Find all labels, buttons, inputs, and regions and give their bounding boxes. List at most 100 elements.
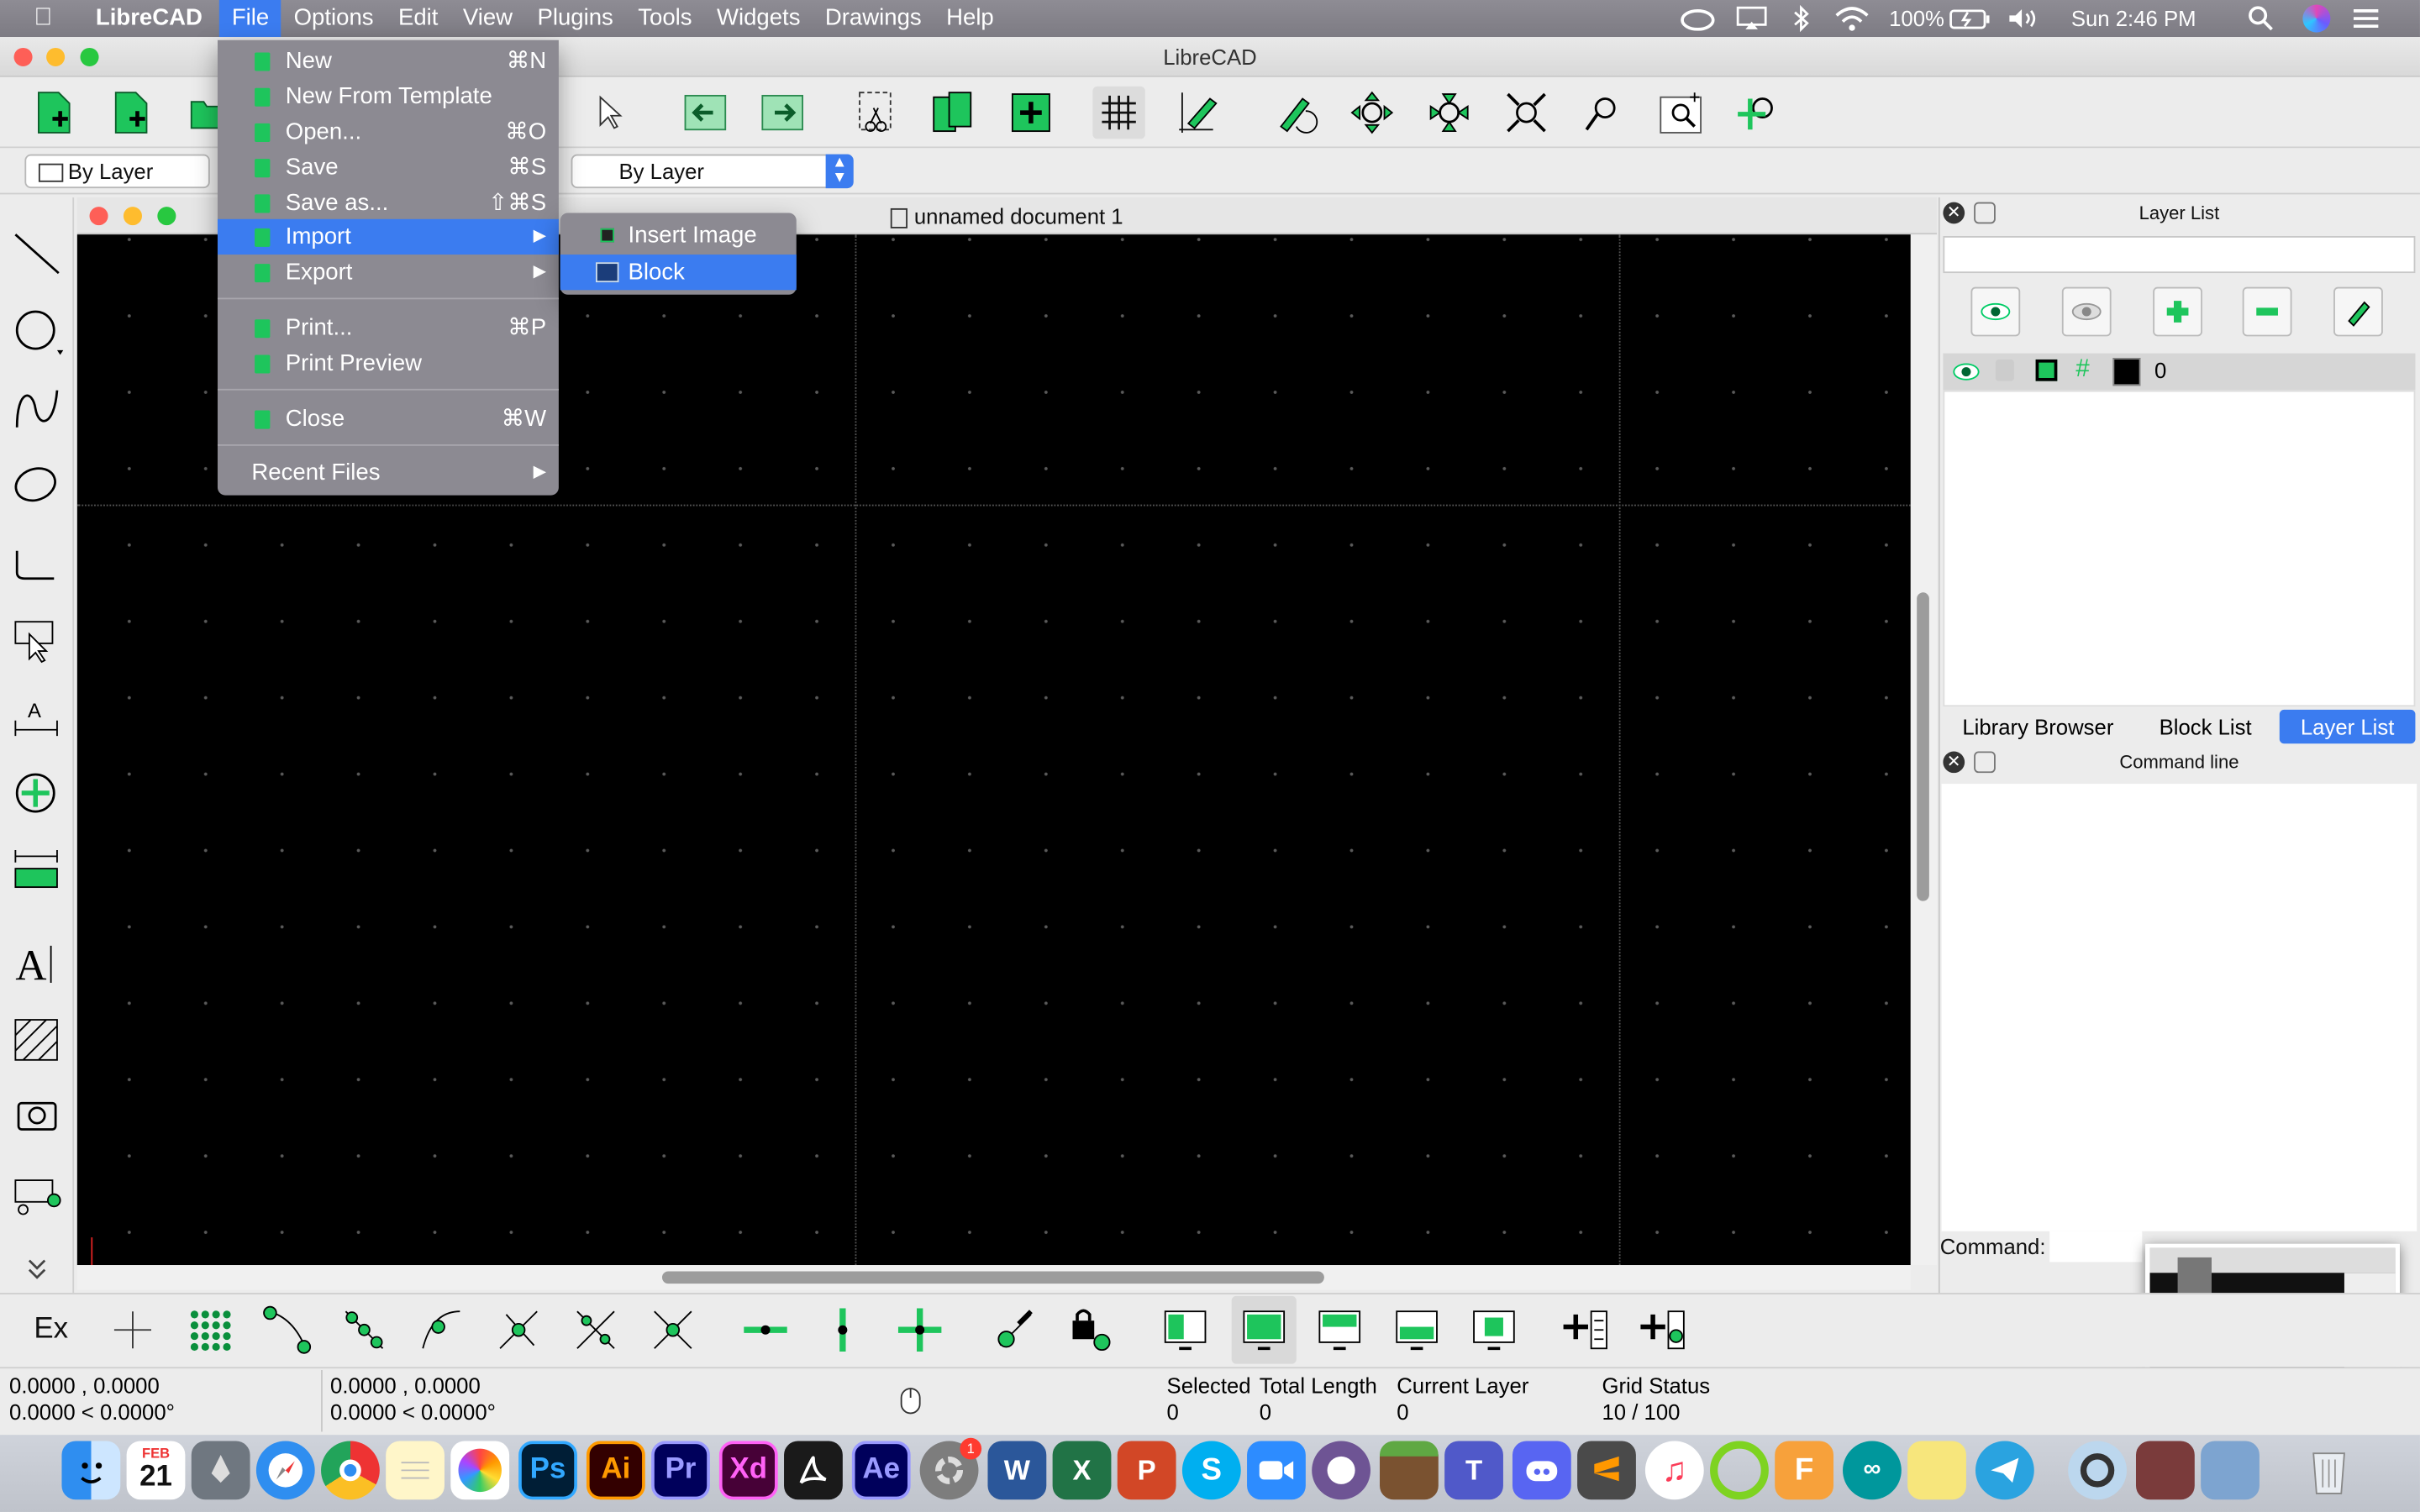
text-tool-icon[interactable]: A xyxy=(9,935,65,990)
menu-item-insert-image[interactable]: Insert Image xyxy=(560,218,797,253)
redo-icon[interactable] xyxy=(756,87,808,139)
cut-icon[interactable] xyxy=(849,87,901,139)
more-tools-icon[interactable] xyxy=(9,1247,65,1289)
menu-help[interactable]: Help xyxy=(934,0,1006,37)
line-tool-icon[interactable] xyxy=(9,225,65,281)
add-layer-block-icon[interactable] xyxy=(1639,1305,1689,1362)
stickies-icon[interactable] xyxy=(1907,1441,1966,1500)
illustrator-icon[interactable]: Ai xyxy=(586,1441,645,1500)
menu-item-import[interactable]: Import ▶ xyxy=(217,218,559,255)
zoom-auto-icon[interactable] xyxy=(1500,87,1552,139)
layer-lock-icon[interactable] xyxy=(1995,359,2014,381)
layer-visible-icon[interactable] xyxy=(1952,361,1980,391)
premiere-icon[interactable]: Pr xyxy=(651,1441,710,1500)
restrict-vertical-icon[interactable] xyxy=(818,1305,867,1362)
select-pointer-icon[interactable] xyxy=(583,87,635,139)
volume-icon[interactable] xyxy=(2007,0,2040,37)
menu-drawings[interactable]: Drawings xyxy=(813,0,934,37)
zoom-window-tool-icon[interactable] xyxy=(1655,87,1707,139)
safari-icon[interactable] xyxy=(255,1441,315,1500)
zoom-previous-icon[interactable] xyxy=(1577,87,1629,139)
lock-relative-zero-icon[interactable] xyxy=(1068,1305,1118,1362)
dimension-tool-icon[interactable]: A xyxy=(9,688,65,743)
spotlight-icon[interactable] xyxy=(2247,0,2275,37)
close-document-icon[interactable] xyxy=(89,207,108,226)
horizontal-scrollbar[interactable] xyxy=(76,1265,1911,1290)
menu-item-close[interactable]: Close ⌘W xyxy=(218,402,559,437)
zoom-app-icon[interactable] xyxy=(1247,1441,1306,1500)
tab-library-browser[interactable]: Library Browser xyxy=(1943,710,2133,743)
zoom-pan-icon[interactable] xyxy=(1732,87,1784,139)
powerpoint-icon[interactable]: P xyxy=(1117,1441,1176,1500)
photo-booth-icon[interactable] xyxy=(2135,1441,2195,1500)
trash-icon[interactable] xyxy=(2300,1441,2359,1499)
bluetooth-icon[interactable] xyxy=(1791,0,1812,37)
layer-print-icon[interactable] xyxy=(2035,359,2058,381)
github-desktop-icon[interactable] xyxy=(1312,1441,1370,1500)
vertical-scrollbar[interactable] xyxy=(1910,234,1938,1266)
view-mode-5-icon[interactable] xyxy=(1470,1305,1519,1362)
finder-icon[interactable] xyxy=(61,1441,121,1500)
hide-all-layers-icon[interactable] xyxy=(2061,286,2112,337)
edit-layer-icon[interactable] xyxy=(2333,286,2383,337)
snap-grid-icon[interactable] xyxy=(185,1305,234,1362)
minimize-window-icon[interactable] xyxy=(46,47,66,66)
fusion-360-icon[interactable]: F xyxy=(1775,1441,1833,1500)
app-menu[interactable]: LibreCAD xyxy=(68,0,219,37)
snap-intersection-icon[interactable] xyxy=(648,1305,697,1362)
snap-middle-icon[interactable] xyxy=(494,1305,544,1362)
music-icon[interactable]: ♫ xyxy=(1644,1441,1704,1500)
scroll-thumb[interactable] xyxy=(661,1271,1324,1284)
menu-item-print-preview[interactable]: Print Preview xyxy=(218,345,559,381)
tab-layer-list[interactable]: Layer List xyxy=(2279,709,2416,744)
preview-icon[interactable] xyxy=(2201,1441,2260,1500)
menu-item-print[interactable]: Print... ⌘P xyxy=(218,310,559,345)
layer-row[interactable]: # 0 xyxy=(1943,353,2416,391)
discord-icon[interactable] xyxy=(1512,1441,1571,1500)
launchpad-icon[interactable] xyxy=(191,1441,250,1500)
ellipse-tool-icon[interactable] xyxy=(9,457,65,512)
grid-toggle-icon[interactable] xyxy=(1092,86,1145,139)
menu-item-export[interactable]: Export ▶ xyxy=(218,255,559,290)
add-block-icon[interactable] xyxy=(1562,1305,1612,1362)
tab-block-list[interactable]: Block List xyxy=(2133,710,2278,743)
photoshop-icon[interactable]: Ps xyxy=(518,1441,577,1500)
snap-free-icon[interactable] xyxy=(108,1305,158,1362)
menu-plugins[interactable]: Plugins xyxy=(525,0,626,37)
show-all-layers-icon[interactable] xyxy=(1970,286,2021,337)
menu-item-block[interactable]: Block xyxy=(560,255,797,291)
menu-item-save-as[interactable]: Save as... ⇧⌘S xyxy=(218,185,559,220)
image-tool-icon[interactable] xyxy=(9,1086,65,1142)
select-tool-icon[interactable] xyxy=(9,611,65,666)
paste-icon[interactable] xyxy=(1005,87,1057,139)
notes-icon[interactable] xyxy=(386,1441,445,1500)
menu-widgets[interactable]: Widgets xyxy=(704,0,813,37)
teams-icon[interactable]: T xyxy=(1444,1441,1503,1500)
add-layer-icon[interactable] xyxy=(2153,286,2202,337)
layer-width-combo[interactable]: By Layer ▲ ▼ xyxy=(571,154,854,189)
zoom-document-icon[interactable] xyxy=(157,207,176,226)
menu-edit[interactable]: Edit xyxy=(386,0,450,37)
redraw-icon[interactable] xyxy=(1269,87,1321,139)
snap-distance-icon[interactable] xyxy=(571,1305,621,1362)
zoom-in-icon[interactable] xyxy=(1346,87,1398,139)
wifi-icon[interactable] xyxy=(1833,0,1870,37)
battery-icon[interactable] xyxy=(1949,0,1992,37)
menu-item-new[interactable]: New ⌘N xyxy=(218,43,559,78)
layer-color-swatch[interactable] xyxy=(2112,358,2141,386)
pen-color-combo[interactable]: By Layer xyxy=(24,154,210,189)
apple-icon[interactable]:  xyxy=(0,0,68,37)
zoom-out-icon[interactable] xyxy=(1423,87,1475,139)
word-icon[interactable]: W xyxy=(987,1441,1047,1500)
menu-view[interactable]: View xyxy=(450,0,525,37)
layer-construction-icon[interactable]: # xyxy=(2075,356,2089,384)
minimize-document-icon[interactable] xyxy=(123,207,142,226)
view-mode-1-icon[interactable] xyxy=(1160,1305,1210,1362)
zoom-window-icon[interactable] xyxy=(80,47,99,66)
snap-endpoint-icon[interactable] xyxy=(262,1305,312,1362)
block-tool-icon[interactable] xyxy=(9,1167,65,1222)
modify-tool-icon[interactable] xyxy=(9,765,65,821)
menu-item-recent-files[interactable]: Recent Files ▶ xyxy=(218,455,559,491)
restrict-horizontal-icon[interactable] xyxy=(741,1305,791,1362)
hatch-tool-icon[interactable] xyxy=(9,1012,65,1068)
